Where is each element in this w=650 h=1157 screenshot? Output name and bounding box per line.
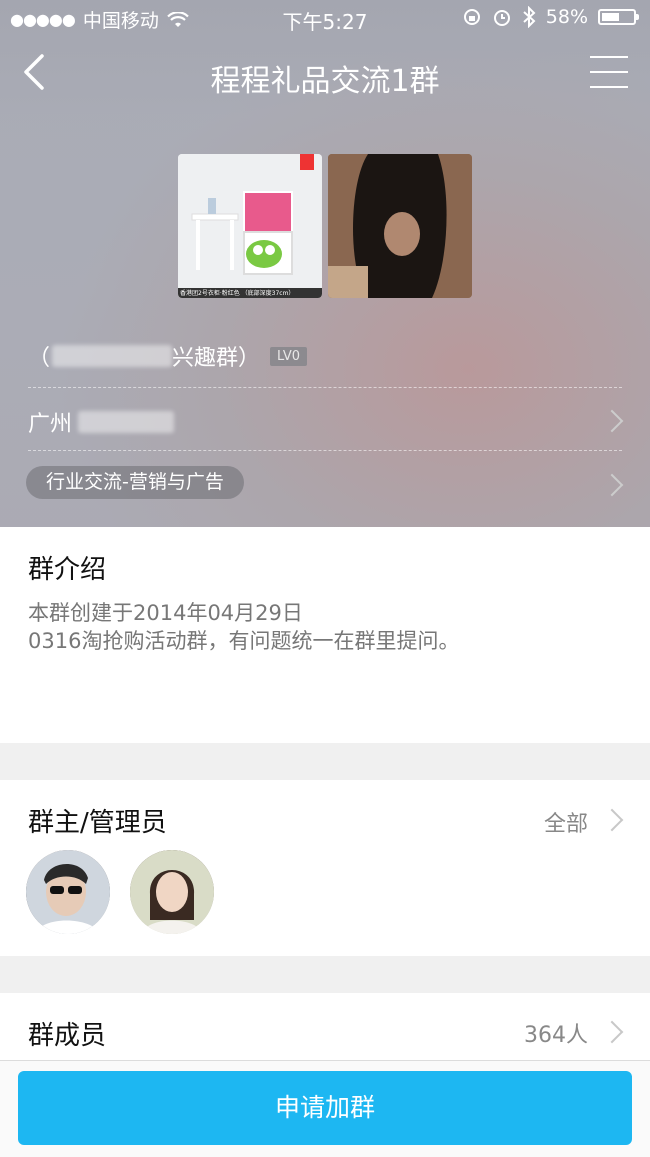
group-name: 兴趣群） <box>172 346 261 371</box>
group-header: ●●●●● 中国移动 下午5:27 58% 程程礼品交流1群 香港团2号衣柜·粉… <box>0 0 650 527</box>
admins-section[interactable]: 群主/管理员 全部 <box>0 780 650 956</box>
intro-body: 本群创建于2014年04月29日 0316淘抢购活动群，有问题统一在群里提问。 <box>28 599 459 655</box>
admin-avatar-image <box>130 850 214 934</box>
redacted-name <box>52 345 173 367</box>
status-bar: ●●●●● 中国移动 下午5:27 58% <box>0 0 650 36</box>
alarm-icon <box>493 10 510 26</box>
owner-avatar-image <box>26 850 110 934</box>
bottom-action-bar: 申请加群 <box>0 1060 650 1157</box>
location-chevron-icon[interactable] <box>600 409 624 433</box>
page-title: 程程礼品交流1群 <box>210 64 440 99</box>
location-row[interactable]: 广州 <box>28 406 175 438</box>
group-name-row: （ 兴趣群） LV0 <box>28 340 308 372</box>
group-intro-section: 群介绍 本群创建于2014年04月29日 0316淘抢购活动群，有问题统一在群里… <box>0 527 650 743</box>
intro-line-2: 0316淘抢购活动群，有问题统一在群里提问。 <box>28 629 460 653</box>
shelf-photo <box>178 154 322 298</box>
intro-line-1: 本群创建于2014年04月29日 <box>28 601 303 625</box>
members-title: 群成员 <box>28 1021 107 1051</box>
group-name-prefix: （ <box>28 346 51 371</box>
divider <box>28 450 622 451</box>
divider <box>28 387 622 388</box>
battery-icon <box>598 9 639 25</box>
admins-all-link[interactable]: 全部 <box>544 806 588 838</box>
members-chevron-icon[interactable] <box>600 1020 624 1044</box>
admins-title: 群主/管理员 <box>28 808 167 838</box>
apply-join-button[interactable]: 申请加群 <box>18 1071 632 1145</box>
level-badge: LV0 <box>270 346 308 366</box>
members-section[interactable]: 群成员 364人 <box>0 993 650 1063</box>
battery-fill <box>602 13 619 21</box>
avatar[interactable] <box>26 850 110 934</box>
portrait-photo <box>328 154 472 298</box>
avatar[interactable] <box>130 850 214 934</box>
group-photo-1[interactable]: 香港团2号衣柜·粉红色 （底部深度37cm） <box>178 154 322 298</box>
bluetooth-icon <box>523 6 536 28</box>
redacted-address <box>78 411 175 433</box>
category-tag[interactable]: 行业交流-营销与广告 <box>26 466 244 499</box>
admins-chevron-icon[interactable] <box>600 808 624 832</box>
photo-caption: 香港团2号衣柜·粉红色 （底部深度37cm） <box>180 290 295 297</box>
intro-title: 群介绍 <box>28 555 107 585</box>
location-city: 广州 <box>28 412 73 437</box>
hamburger-menu-icon[interactable] <box>590 56 628 88</box>
member-count[interactable]: 364人 <box>524 1017 588 1049</box>
battery-percent: 58% <box>545 6 588 28</box>
group-photo-2[interactable] <box>328 154 472 298</box>
category-chevron-icon[interactable] <box>600 473 624 497</box>
rotation-lock-icon <box>463 9 480 25</box>
